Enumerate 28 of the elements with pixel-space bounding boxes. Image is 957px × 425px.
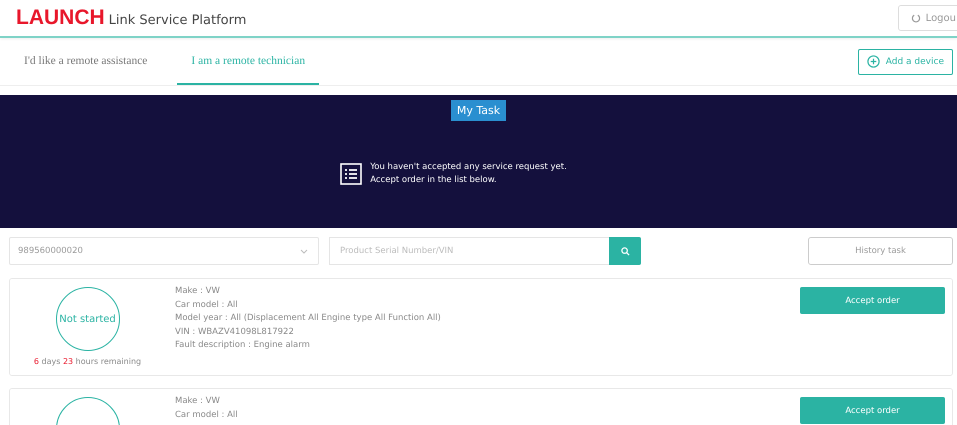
add-device-button[interactable]: Add a device — [858, 48, 953, 74]
task-detail: Make : VW — [175, 285, 221, 298]
empty-task-message: Accept order in the list below. — [370, 174, 498, 187]
tab[interactable]: I'd like a remote assistance — [10, 38, 162, 85]
tab[interactable]: I am a remote technician — [177, 38, 320, 85]
task-detail: Fault description : Engine alarm — [175, 339, 311, 352]
task-detail: Make : VW — [175, 395, 221, 408]
task-detail: VIN : WBAZV41098L817922 — [175, 326, 295, 338]
search-icon — [620, 246, 630, 256]
list-icon — [340, 163, 362, 185]
chevron-down-icon — [300, 248, 308, 254]
history-task-button[interactable]: History task — [808, 237, 953, 265]
platform-title: Link Service Platform — [108, 13, 246, 28]
plus-circle-icon — [866, 55, 880, 68]
my-task-label: My Task — [450, 100, 506, 121]
empty-task-message: You haven't accepted any service request yet. — [370, 161, 567, 174]
search-button[interactable] — [609, 237, 641, 265]
task-detail: Car model : All — [175, 298, 239, 312]
status-circle: Not started — [56, 287, 120, 351]
accept-order-button[interactable]: Accept order — [800, 287, 945, 314]
search-field[interactable]: Product Serial Number/VIN — [329, 237, 609, 265]
task-detail: Car model : All — [175, 408, 239, 422]
accept-order-button[interactable]: Accept order — [800, 397, 945, 424]
launch-logo: LAUNCH — [16, 6, 105, 30]
task-detail: Model year : All (Displacement All Engine type All Function All) — [175, 312, 442, 325]
time-remaining: 6 days 23 hours remaining — [34, 357, 142, 366]
device-select[interactable]: 989560000020 — [9, 237, 319, 265]
logout-button[interactable]: Logou — [898, 5, 957, 31]
